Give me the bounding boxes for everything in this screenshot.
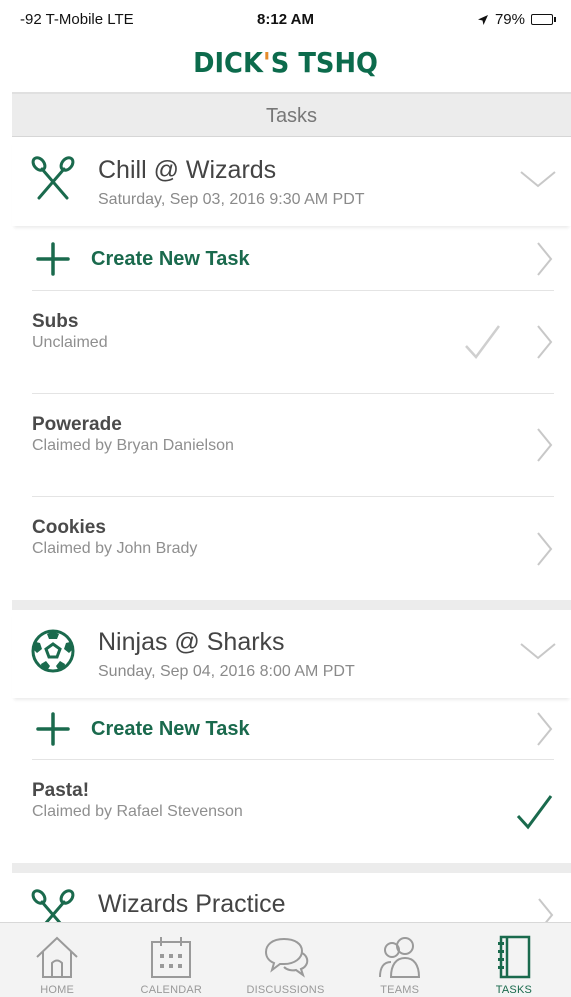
tab-label: TEAMS — [380, 984, 420, 996]
task-row-subs[interactable]: Subs Unclaimed — [32, 291, 554, 394]
tab-label: DISCUSSIONS — [246, 984, 325, 996]
event-header-wizards-practice[interactable]: Wizards Practice — [12, 873, 571, 922]
tab-teams[interactable]: TEAMS — [343, 923, 457, 997]
task-row-pasta[interactable]: Pasta! Claimed by Rafael Stevenson — [32, 760, 554, 863]
task-status: Unclaimed — [32, 334, 108, 351]
tab-home[interactable]: HOME — [0, 923, 114, 997]
tab-tasks[interactable]: TASKS — [457, 923, 571, 997]
status-bar: -92 T-Mobile LTE 8:12 AM 79% — [0, 0, 571, 40]
chat-bubbles-icon — [264, 937, 308, 978]
lacrosse-sticks-icon — [31, 889, 75, 922]
soccer-ball-icon — [31, 629, 75, 673]
task-title: Cookies — [32, 517, 106, 538]
plus-icon — [36, 712, 70, 746]
event-header-chill-wizards[interactable]: Chill @ Wizards Saturday, Sep 03, 2016 9… — [12, 138, 571, 226]
home-icon — [36, 936, 78, 978]
event-date: Sunday, Sep 04, 2016 8:00 AM PDT — [98, 663, 355, 680]
task-row-powerade[interactable]: Powerade Claimed by Bryan Danielson — [32, 394, 554, 497]
tab-label: HOME — [40, 984, 74, 996]
chevron-right-icon[interactable] — [535, 897, 555, 922]
event-title: Chill @ Wizards — [98, 156, 277, 184]
section-divider — [12, 863, 571, 873]
logo-text-2: S TSHQ — [270, 46, 378, 79]
task-row-cookies[interactable]: Cookies Claimed by John Brady — [32, 497, 554, 600]
chevron-right-icon — [537, 428, 553, 462]
section-divider — [12, 600, 571, 610]
create-task-button[interactable]: Create New Task — [32, 228, 554, 291]
calendar-icon — [151, 937, 192, 978]
task-title: Powerade — [32, 414, 122, 435]
tab-label: CALENDAR — [140, 984, 203, 996]
chevron-down-icon[interactable] — [519, 640, 557, 662]
chevron-right-icon — [537, 325, 553, 359]
chevron-down-icon[interactable] — [519, 168, 557, 190]
people-icon — [378, 937, 420, 978]
event-header-ninjas-sharks[interactable]: Ninjas @ Sharks Sunday, Sep 04, 2016 8:0… — [12, 610, 571, 698]
battery-percent: 79% — [494, 11, 525, 28]
tab-label: TASKS — [495, 984, 533, 996]
task-status: Claimed by Bryan Danielson — [32, 437, 234, 454]
task-status: Claimed by Rafael Stevenson — [32, 803, 243, 820]
tab-bar: HOME CALENDAR DISCUSSIONS TEAMS TASKS — [0, 922, 571, 997]
claim-check-icon[interactable] — [462, 322, 502, 362]
claimed-check-icon[interactable] — [514, 792, 554, 832]
event-title: Wizards Practice — [98, 890, 286, 918]
event-title: Ninjas @ Sharks — [98, 628, 285, 656]
create-task-label: Create New Task — [91, 248, 250, 270]
plus-icon — [36, 242, 70, 276]
lacrosse-sticks-icon — [31, 156, 75, 200]
task-title: Pasta! — [32, 780, 90, 801]
battery-icon — [531, 14, 556, 25]
logo-apostrophe: ' — [262, 46, 271, 79]
notebook-icon — [497, 935, 531, 979]
brand-logo: DICK'S TSHQ — [23, 40, 548, 90]
page-title-bar: Tasks — [12, 92, 571, 137]
chevron-right-icon — [537, 242, 553, 276]
chevron-right-icon — [537, 531, 553, 566]
event-date: Saturday, Sep 03, 2016 9:30 AM PDT — [98, 191, 365, 208]
create-task-label: Create New Task — [91, 718, 250, 740]
status-right: 79% — [477, 11, 556, 28]
create-task-button[interactable]: Create New Task — [32, 698, 554, 760]
page-title: Tasks — [265, 105, 318, 127]
task-title: Subs — [32, 311, 79, 332]
logo-text-1: DICK — [193, 46, 263, 79]
tab-calendar[interactable]: CALENDAR — [114, 923, 228, 997]
chevron-right-icon — [537, 711, 553, 746]
location-arrow-icon — [477, 14, 488, 25]
task-status: Claimed by John Brady — [32, 540, 198, 557]
tab-discussions[interactable]: DISCUSSIONS — [228, 923, 342, 997]
